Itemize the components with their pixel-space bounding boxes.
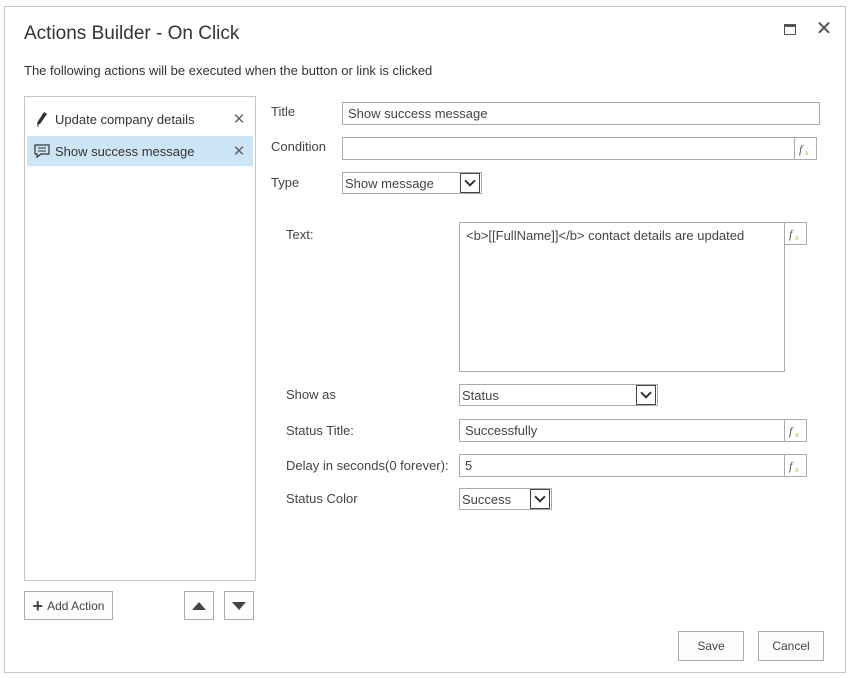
condition-label: Condition — [271, 139, 326, 154]
action-item-label: Show success message — [55, 143, 195, 159]
status-title-input[interactable]: Successfully — [459, 419, 785, 442]
action-list: Update company details ✕ Show success me… — [24, 96, 256, 581]
plus-icon: + — [32, 595, 44, 616]
title-label: Title — [271, 104, 296, 119]
delay-label: Delay in seconds(0 forever): — [286, 458, 449, 473]
status-title-fx-button[interactable]: f x — [784, 419, 807, 442]
type-select-value: Show message — [345, 175, 434, 191]
cancel-button[interactable]: Cancel — [758, 631, 824, 661]
status-color-select[interactable]: Success — [459, 488, 552, 510]
close-icon: ✕ — [815, 18, 833, 40]
fx-formula-icon: f x — [799, 142, 809, 156]
status-color-label: Status Color — [286, 491, 358, 506]
text-fx-button[interactable]: f x — [784, 222, 807, 245]
chevron-down-icon — [530, 489, 550, 509]
actions-builder-dialog: Actions Builder - On Click ✕ The followi… — [4, 6, 846, 673]
title-input[interactable]: Show success message — [342, 102, 820, 125]
show-as-label: Show as — [286, 387, 336, 402]
fx-formula-icon: f x — [789, 459, 799, 473]
svg-text:x: x — [804, 148, 809, 156]
move-down-button[interactable] — [224, 591, 254, 620]
svg-text:f: f — [789, 227, 794, 241]
arrow-up-icon — [192, 601, 206, 610]
delay-fx-button[interactable]: f x — [784, 454, 807, 477]
add-action-label: Add Action — [47, 598, 105, 613]
svg-text:f: f — [789, 459, 794, 473]
show-as-select-value: Status — [462, 387, 499, 403]
remove-action-icon[interactable]: ✕ — [229, 142, 249, 160]
condition-input[interactable] — [342, 137, 795, 160]
save-button[interactable]: Save — [678, 631, 744, 661]
fx-formula-icon: f x — [789, 424, 799, 438]
message-icon — [31, 143, 53, 159]
close-button[interactable]: ✕ — [812, 17, 836, 41]
arrow-down-icon — [232, 601, 246, 610]
maximize-icon — [784, 23, 796, 35]
condition-fx-button[interactable]: f x — [794, 137, 817, 160]
text-label: Text: — [286, 227, 314, 242]
remove-action-icon[interactable]: ✕ — [229, 110, 249, 128]
move-up-button[interactable] — [184, 591, 214, 620]
svg-text:x: x — [794, 465, 799, 473]
action-item-update-company[interactable]: Update company details ✕ — [27, 104, 253, 134]
delay-input[interactable]: 5 — [459, 454, 785, 477]
dialog-title: Actions Builder - On Click — [24, 23, 240, 44]
dialog-subtitle: The following actions will be executed w… — [24, 63, 433, 78]
type-label: Type — [271, 175, 300, 190]
chevron-down-icon — [636, 385, 656, 405]
action-item-label: Update company details — [55, 111, 195, 127]
svg-text:f: f — [799, 142, 804, 156]
svg-text:f: f — [789, 424, 794, 438]
maximize-button[interactable] — [778, 17, 802, 41]
text-textarea[interactable]: <b>[[FullName]]</b> contact details are … — [459, 222, 785, 372]
status-title-label: Status Title: — [286, 423, 354, 438]
action-item-show-success[interactable]: Show success message ✕ — [27, 136, 253, 166]
pencil-icon — [31, 111, 53, 127]
show-as-select[interactable]: Status — [459, 384, 658, 406]
svg-text:x: x — [794, 430, 799, 438]
chevron-down-icon — [460, 173, 480, 193]
type-select[interactable]: Show message — [342, 172, 482, 194]
status-color-select-value: Success — [462, 491, 512, 507]
add-action-button[interactable]: + Add Action — [24, 591, 113, 620]
svg-text:x: x — [794, 233, 799, 241]
fx-formula-icon: f x — [789, 227, 799, 241]
